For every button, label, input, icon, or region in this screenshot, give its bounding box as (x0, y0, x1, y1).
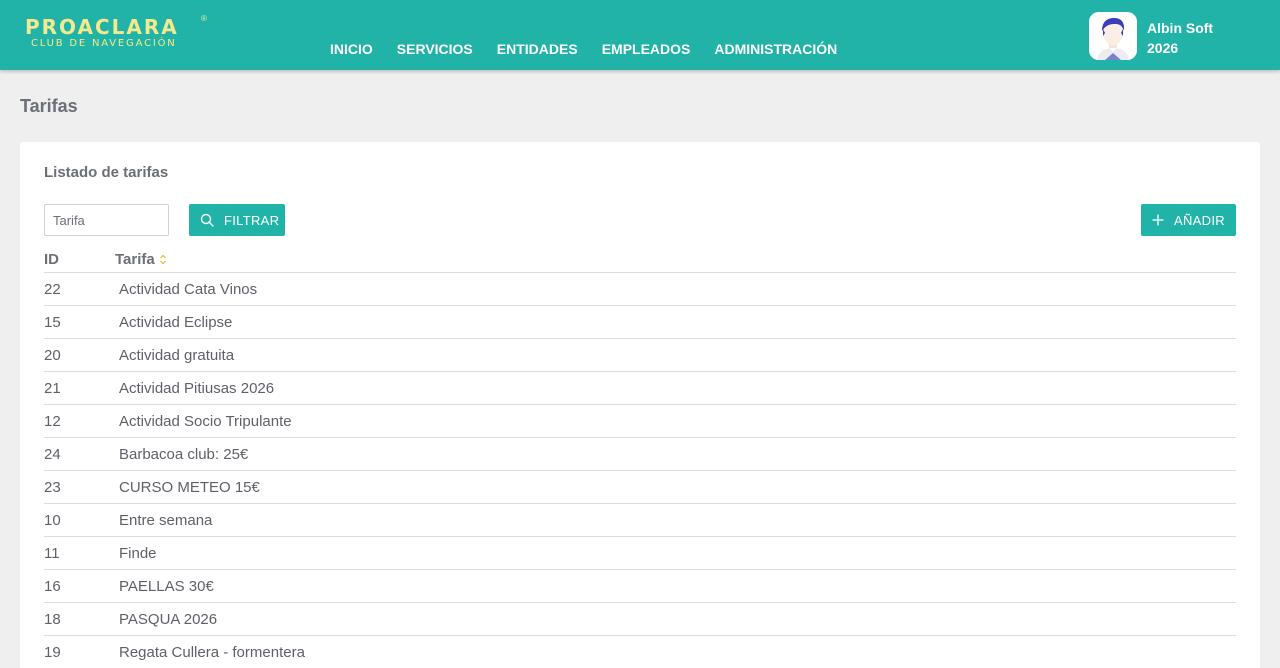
cell-id: 22 (44, 281, 61, 298)
cell-tarifa: Actividad Socio Tripulante (119, 413, 292, 430)
table-row[interactable]: 12 Actividad Socio Tripulante (44, 405, 1236, 438)
cell-id: 21 (44, 380, 61, 397)
brand-registered-mark: ® (201, 14, 207, 23)
cell-tarifa: CURSO METEO 15€ (119, 479, 260, 496)
cell-tarifa: Finde (119, 545, 157, 562)
cell-tarifa: Actividad Pitiusas 2026 (119, 380, 275, 397)
cell-id: 19 (44, 644, 61, 661)
avatar[interactable] (1089, 12, 1137, 60)
main-nav: INICIO SERVICIOS ENTIDADES EMPLEADOS ADM… (330, 41, 861, 57)
column-header-tarifa[interactable]: Tarifa (115, 251, 167, 269)
nav-item-entidades[interactable]: ENTIDADES (497, 41, 578, 57)
column-header-tarifa-label: Tarifa (115, 251, 155, 268)
table-row[interactable]: 24 Barbacoa club: 25€ (44, 438, 1236, 471)
cell-id: 20 (44, 347, 61, 364)
cell-id: 11 (44, 545, 60, 562)
cell-id: 23 (44, 479, 61, 496)
sort-icon[interactable] (159, 252, 167, 269)
search-icon (200, 213, 214, 227)
table-row[interactable]: 22 Actividad Cata Vinos (44, 273, 1236, 306)
cell-id: 16 (44, 578, 61, 595)
user-menu[interactable]: Albin Soft 2026 (1089, 12, 1213, 60)
column-header-id: ID (44, 251, 59, 268)
page-title: Tarifas (20, 96, 78, 116)
cell-tarifa: Regata Cullera - formentera (119, 644, 305, 661)
tarifa-filter-input[interactable] (44, 204, 169, 236)
top-bar: PROACLARA ® CLUB DE NAVEGACIÓN INICIO SE… (0, 0, 1280, 70)
table-row[interactable]: 19 Regata Cullera - formentera (44, 636, 1236, 668)
tarifas-table: ID Tarifa 22 Actividad Cata Vinos 15 Activi… (44, 248, 1236, 668)
table-body: 22 Actividad Cata Vinos 15 Actividad Eclips… (44, 273, 1236, 668)
nav-item-administracion[interactable]: ADMINISTRACIÓN (714, 41, 837, 57)
cell-id: 24 (44, 446, 61, 463)
cell-id: 12 (44, 413, 61, 430)
filter-button[interactable]: FILTRAR (189, 204, 285, 236)
table-row[interactable]: 10 Entre semana (44, 504, 1236, 537)
user-info: Albin Soft 2026 (1147, 18, 1213, 58)
table-row[interactable]: 23 CURSO METEO 15€ (44, 471, 1236, 504)
cell-id: 18 (44, 611, 61, 628)
brand-subtitle: CLUB DE NAVEGACIÓN (31, 38, 177, 49)
user-year: 2026 (1147, 40, 1179, 56)
cell-id: 10 (44, 512, 61, 529)
cell-tarifa: PASQUA 2026 (119, 611, 218, 628)
cell-tarifa: Barbacoa club: 25€ (119, 446, 249, 463)
brand-name: PROACLARA (25, 15, 179, 39)
cell-tarifa: Actividad Eclipse (119, 314, 233, 331)
tarifas-card: Listado de tarifas FILTRAR AÑADIR ID Tar… (20, 142, 1260, 668)
user-name: Albin Soft (1147, 20, 1214, 36)
table-row[interactable]: 11 Finde (44, 537, 1236, 570)
brand-logo[interactable]: PROACLARA ® CLUB DE NAVEGACIÓN (25, 14, 207, 50)
nav-item-servicios[interactable]: SERVICIOS (397, 41, 473, 57)
table-row[interactable]: 16 PAELLAS 30€ (44, 570, 1236, 603)
cell-tarifa: PAELLAS 30€ (119, 578, 214, 595)
cell-tarifa: Entre semana (119, 512, 213, 529)
add-button[interactable]: AÑADIR (1141, 204, 1236, 236)
nav-item-inicio[interactable]: INICIO (330, 41, 373, 57)
cell-id: 15 (44, 314, 61, 331)
filter-button-label: FILTRAR (224, 212, 280, 228)
add-button-label: AÑADIR (1174, 212, 1225, 228)
nav-item-empleados[interactable]: EMPLEADOS (602, 41, 691, 57)
table-row[interactable]: 21 Actividad Pitiusas 2026 (44, 372, 1236, 405)
plus-icon (1152, 214, 1164, 226)
avatar-icon (1089, 12, 1137, 60)
card-title: Listado de tarifas (44, 164, 169, 181)
cell-tarifa: Actividad Cata Vinos (119, 281, 258, 298)
table-row[interactable]: 18 PASQUA 2026 (44, 603, 1236, 636)
table-row[interactable]: 20 Actividad gratuita (44, 339, 1236, 372)
table-row[interactable]: 15 Actividad Eclipse (44, 306, 1236, 339)
cell-tarifa: Actividad gratuita (119, 347, 235, 364)
table-header: ID Tarifa (44, 248, 1236, 273)
